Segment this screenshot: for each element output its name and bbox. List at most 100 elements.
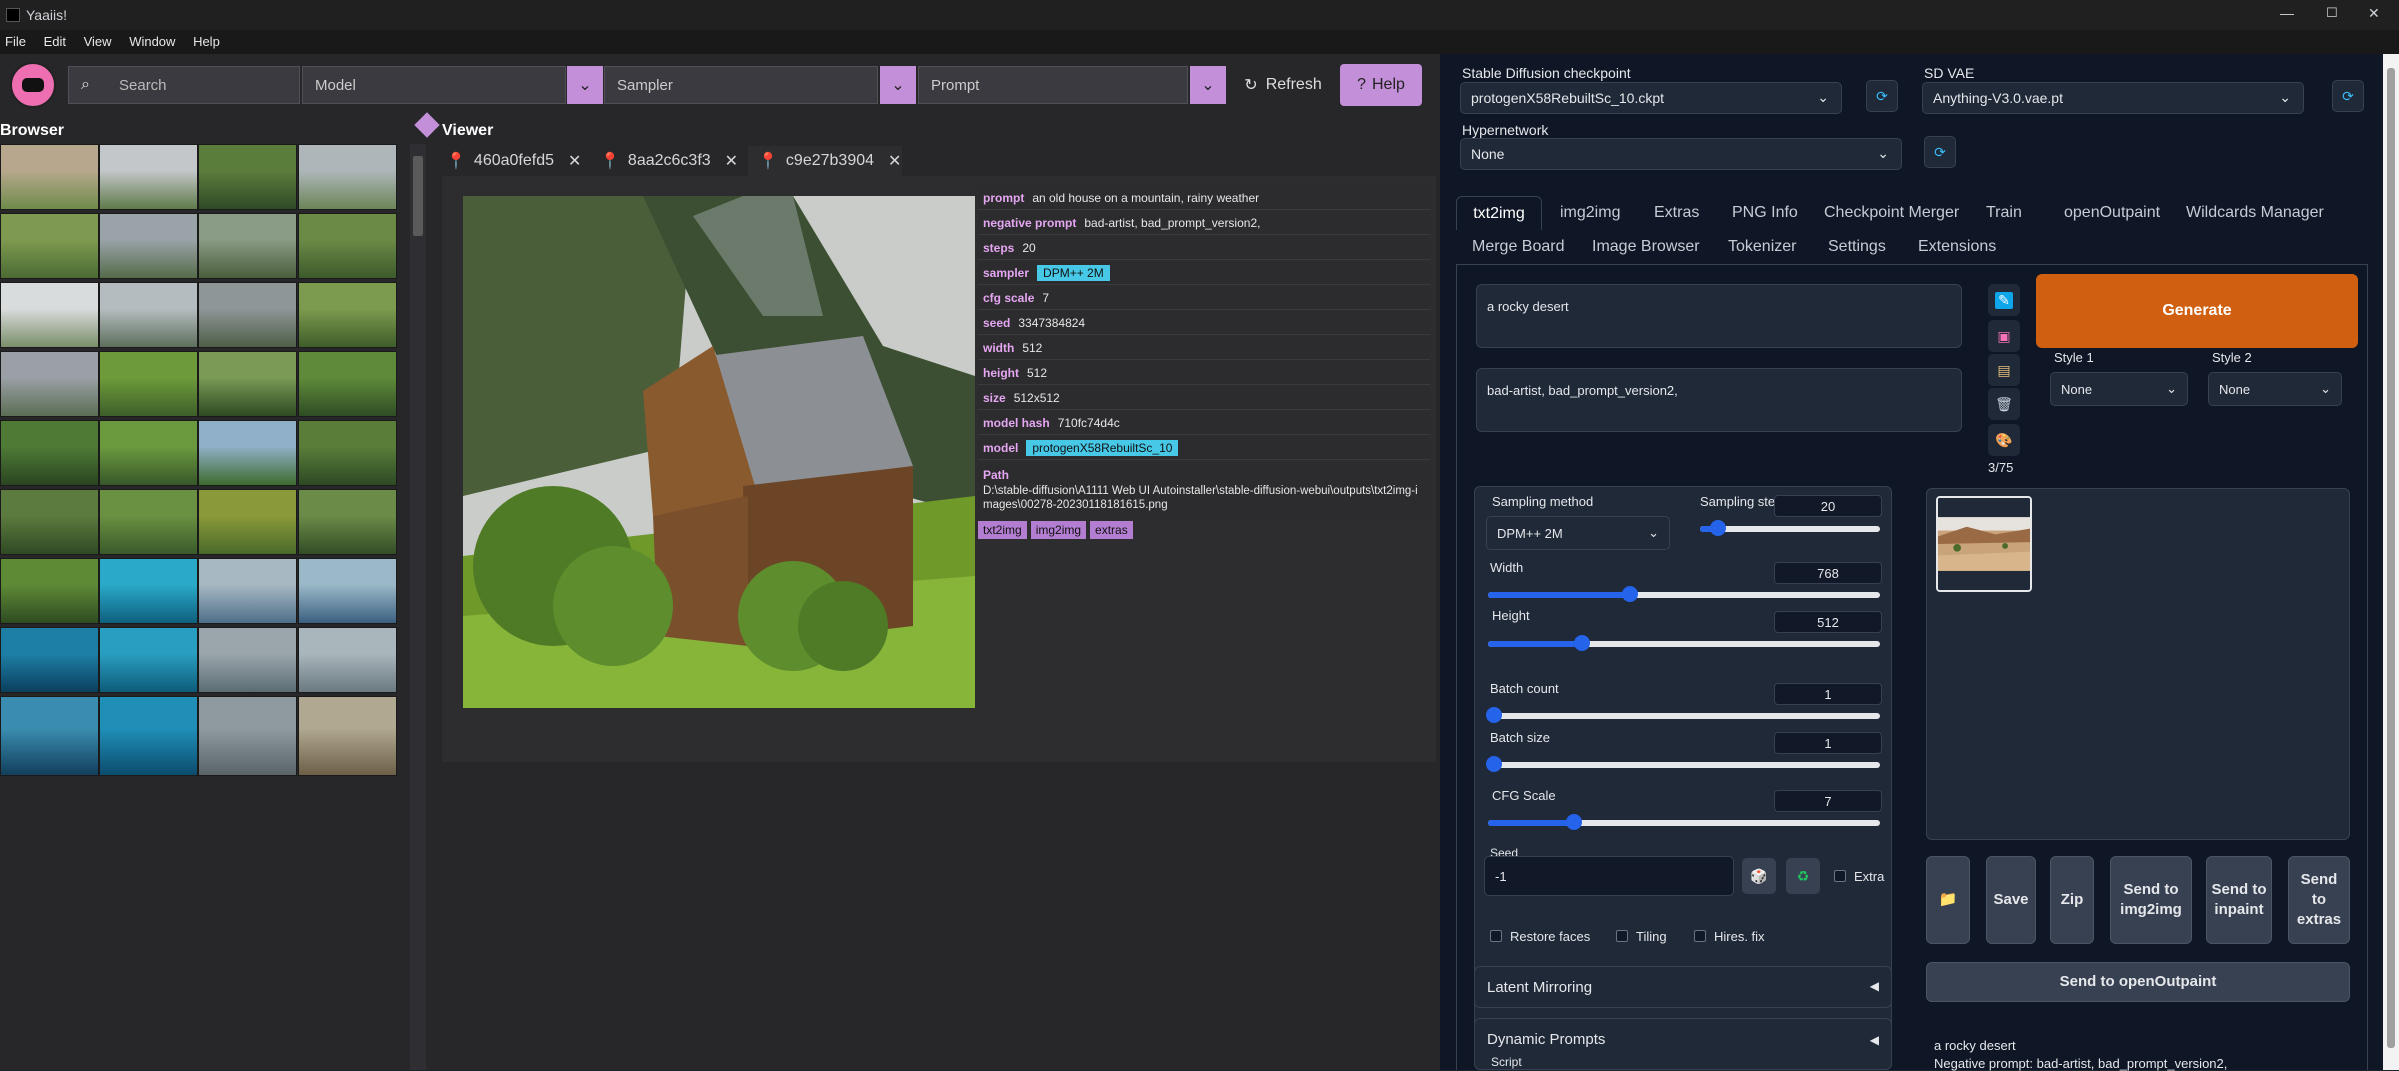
browser-thumbnail[interactable] [0, 420, 99, 486]
search-field[interactable]: ⌕ Search [68, 66, 300, 104]
tab-wildcards-manager[interactable]: Wildcards Manager [2186, 196, 2324, 230]
refresh-button[interactable]: ↻ Refresh [1234, 64, 1332, 106]
clear-button[interactable]: 🗑 [1988, 388, 2020, 420]
browser-thumbnail[interactable] [0, 351, 99, 417]
browser-thumbnail[interactable] [298, 558, 397, 624]
cfg-scale-input[interactable]: 7 [1774, 790, 1882, 812]
maximize-icon[interactable]: ☐ [2326, 5, 2338, 21]
sampling-method-select[interactable]: DPM++ 2M ⌄ [1486, 516, 1670, 550]
browser-thumbnail[interactable] [198, 420, 297, 486]
browser-thumbnail[interactable] [198, 696, 297, 776]
generate-button[interactable]: Generate [2036, 274, 2358, 348]
menu-edit[interactable]: Edit [44, 34, 66, 49]
close-icon[interactable]: ✕ [725, 151, 738, 171]
minimize-icon[interactable]: — [2280, 5, 2294, 21]
prompt-dropdown-button[interactable]: ⌄ [1190, 66, 1226, 104]
random-seed-button[interactable]: 🎲 [1742, 858, 1776, 894]
tab-8aa2c6c3f3[interactable]: 📍 8aa2c6c3f3 ✕ [600, 146, 746, 176]
style1-select[interactable]: None ⌄ [2050, 372, 2188, 406]
close-window-icon[interactable]: ✕ [2368, 5, 2380, 22]
browser-thumbnail[interactable] [298, 420, 397, 486]
send-to-img2img-button[interactable]: Send to img2img [2110, 856, 2192, 944]
seed-input[interactable]: -1 [1484, 856, 1734, 896]
vae-select[interactable]: Anything-V3.0.vae.pt ⌄ [1922, 82, 2304, 114]
browser-thumbnail[interactable] [0, 696, 99, 776]
batch-size-slider[interactable] [1486, 756, 1880, 772]
extra-seed-checkbox[interactable] [1834, 870, 1846, 882]
send-extras-button[interactable]: extras [1090, 521, 1133, 539]
browser-thumbnail[interactable] [198, 558, 297, 624]
batch-size-input[interactable]: 1 [1774, 732, 1882, 754]
browser-thumbnail[interactable] [298, 282, 397, 348]
browser-thumbnail[interactable] [198, 627, 297, 693]
browser-thumbnail[interactable] [99, 420, 198, 486]
browser-thumbnail[interactable] [99, 558, 198, 624]
close-icon[interactable]: ✕ [888, 151, 901, 171]
send-img2img-button[interactable]: img2img [1030, 521, 1087, 539]
save-style-button[interactable]: ▣ [1988, 320, 2020, 352]
page-scrollbar-thumb[interactable] [2387, 68, 2395, 1048]
height-input[interactable]: 512 [1774, 611, 1882, 633]
scrollbar-thumb[interactable] [413, 156, 423, 236]
model-filter[interactable]: Model [302, 66, 566, 104]
tab-openoutpaint[interactable]: openOutpaint [2064, 196, 2160, 230]
tab-image-browser[interactable]: Image Browser [1592, 230, 1700, 264]
browser-thumbnail[interactable] [198, 144, 297, 210]
sampling-steps-slider[interactable] [1700, 520, 1880, 536]
refresh-checkpoint-button[interactable]: ⟳ [1866, 80, 1898, 112]
menu-window[interactable]: Window [129, 34, 175, 49]
browser-thumbnail[interactable] [298, 351, 397, 417]
refresh-vae-button[interactable]: ⟳ [2332, 80, 2364, 112]
browser-thumbnail[interactable] [198, 282, 297, 348]
paste-button[interactable]: ▤ [1988, 354, 2020, 386]
hypernetwork-select[interactable]: None ⌄ [1460, 138, 1902, 170]
tab-png-info[interactable]: PNG Info [1732, 196, 1798, 230]
send-to-openoutpaint-button[interactable]: Send to openOutpaint [1926, 962, 2350, 1002]
menu-file[interactable]: File [5, 34, 26, 49]
browser-thumbnail[interactable] [198, 489, 297, 555]
sampler-filter[interactable]: Sampler [604, 66, 878, 104]
browser-thumbnail[interactable] [99, 213, 198, 279]
browser-thumbnail[interactable] [198, 351, 297, 417]
browser-thumbnail[interactable] [0, 558, 99, 624]
style2-select[interactable]: None ⌄ [2208, 372, 2342, 406]
tab-c9e27b3904[interactable]: 📍 c9e27b3904 ✕ [748, 146, 902, 176]
refresh-hypernetwork-button[interactable]: ⟳ [1924, 136, 1956, 168]
tab-tokenizer[interactable]: Tokenizer [1728, 230, 1796, 264]
browser-thumbnail[interactable] [298, 213, 397, 279]
cfg-scale-slider[interactable] [1488, 814, 1880, 830]
close-icon[interactable]: ✕ [568, 151, 581, 171]
tab-txt2img[interactable]: txt2img [1456, 196, 1542, 230]
browser-thumbnail[interactable] [99, 144, 198, 210]
dynamic-prompts-accordion[interactable]: Dynamic Prompts ◀ Script [1474, 1018, 1892, 1070]
browser-thumbnail[interactable] [0, 489, 99, 555]
tab-train[interactable]: Train [1986, 196, 2022, 230]
tiling-checkbox[interactable] [1616, 930, 1628, 942]
send-txt2img-button[interactable]: txt2img [978, 521, 1027, 539]
send-to-extras-button[interactable]: Send to extras [2288, 856, 2350, 944]
batch-count-input[interactable]: 1 [1774, 683, 1882, 705]
tab-extras[interactable]: Extras [1654, 196, 1699, 230]
zip-button[interactable]: Zip [2050, 856, 2094, 944]
prompt-filter[interactable]: Prompt [918, 66, 1188, 104]
tab-extensions[interactable]: Extensions [1918, 230, 1996, 264]
batch-count-slider[interactable] [1486, 707, 1880, 723]
browser-thumbnail[interactable] [99, 282, 198, 348]
tab-settings[interactable]: Settings [1828, 230, 1886, 264]
sampling-steps-input[interactable]: 20 [1774, 495, 1882, 517]
browser-thumbnail[interactable] [0, 213, 99, 279]
menu-view[interactable]: View [84, 34, 112, 49]
prompt-input[interactable]: a rocky desert [1476, 284, 1962, 348]
browser-thumbnail[interactable] [298, 696, 397, 776]
browser-thumbnail[interactable] [298, 489, 397, 555]
help-button[interactable]: ? Help [1340, 64, 1422, 106]
edit-button[interactable]: ✎ [1988, 284, 2020, 316]
send-to-inpaint-button[interactable]: Send to inpaint [2206, 856, 2272, 944]
extra-networks-button[interactable]: 🎨 [1988, 424, 2020, 456]
width-input[interactable]: 768 [1774, 562, 1882, 584]
browser-thumbnail[interactable] [298, 627, 397, 693]
browser-thumbnail[interactable] [99, 351, 198, 417]
hires-fix-checkbox[interactable] [1694, 930, 1706, 942]
model-dropdown-button[interactable]: ⌄ [567, 66, 603, 104]
browser-thumbnail[interactable] [99, 627, 198, 693]
